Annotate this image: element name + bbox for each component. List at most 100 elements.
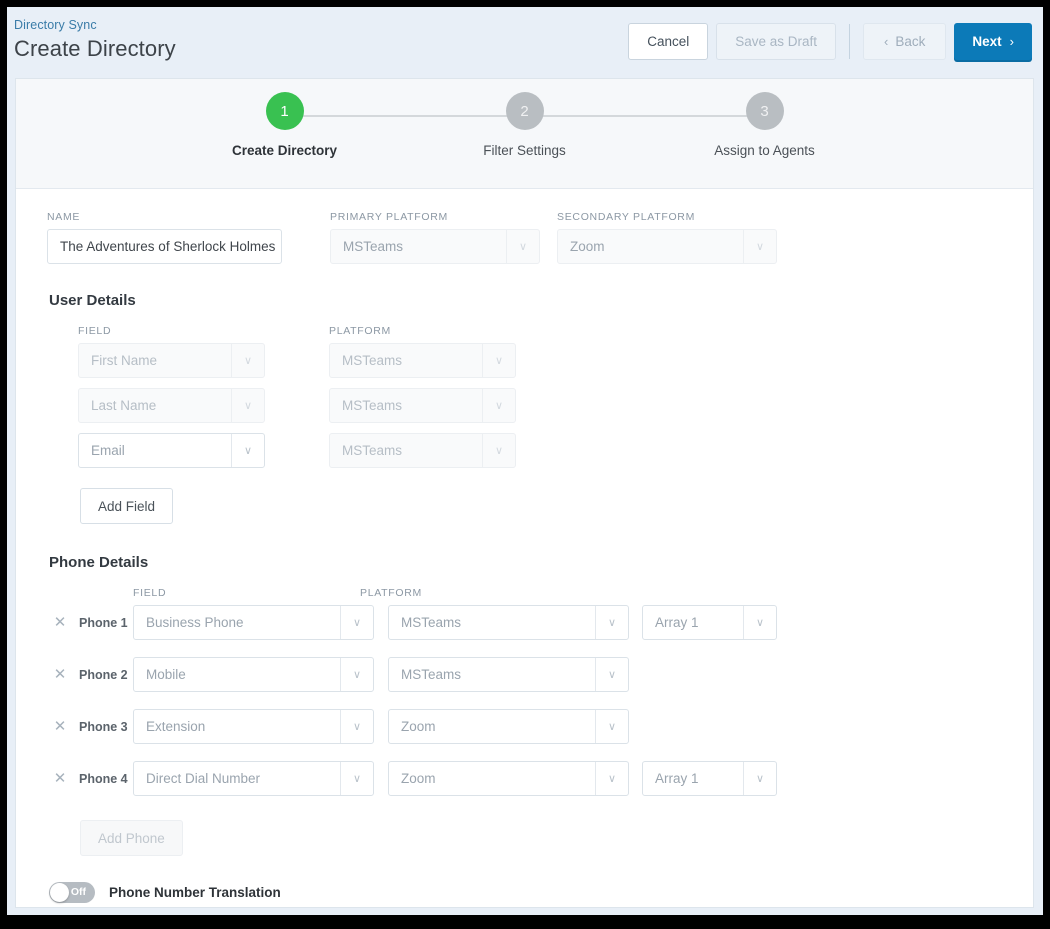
- stepper-step-3[interactable]: 3 Assign to Agents: [685, 92, 845, 158]
- phone-row-label-1: Phone 1: [79, 615, 128, 630]
- stepper-label-3: Assign to Agents: [714, 143, 815, 158]
- user-field-value-2: Last Name: [91, 398, 157, 413]
- phone-platform-select-4[interactable]: Zoom ∨: [388, 761, 629, 796]
- phone-array-value-1: Array 1: [655, 615, 699, 630]
- name-field-group: NAME The Adventures of Sherlock Holmes: [47, 211, 282, 264]
- chevron-down-icon: ∨: [482, 434, 515, 467]
- user-platform-value-3: MSTeams: [342, 443, 403, 458]
- primary-platform-select[interactable]: MSTeams ∨: [330, 229, 540, 264]
- phone-field-value-1: Business Phone: [146, 615, 244, 630]
- name-input-value: The Adventures of Sherlock Holmes: [60, 239, 276, 254]
- next-button[interactable]: Next ›: [954, 23, 1032, 60]
- remove-phone-1-icon[interactable]: ✕: [49, 615, 71, 630]
- user-details-row: First Name ∨ MSTeams ∨: [16, 343, 1033, 378]
- user-details-field-header: FIELD: [78, 325, 112, 337]
- chevron-down-icon: ∨: [482, 389, 515, 422]
- remove-phone-3-icon[interactable]: ✕: [49, 719, 71, 734]
- phone-array-select-1[interactable]: Array 1 ∨: [642, 605, 777, 640]
- stepper-circle-2: 2: [505, 92, 544, 130]
- chevron-down-icon: ∨: [743, 762, 776, 795]
- phone-details-row: ✕ Phone 3 Extension ∨ Zoom ∨: [16, 709, 1033, 744]
- toggle-state-label: Off: [70, 886, 86, 899]
- primary-platform-label: PRIMARY PLATFORM: [330, 211, 448, 223]
- phone-details-row: ✕ Phone 1 Business Phone ∨ MSTeams ∨ Arr…: [16, 605, 1033, 640]
- chevron-down-icon: ∨: [340, 658, 373, 691]
- header-divider: [849, 24, 851, 59]
- phone-array-select-4[interactable]: Array 1 ∨: [642, 761, 777, 796]
- chevron-down-icon: ∨: [743, 230, 776, 263]
- chevron-left-icon: ‹: [884, 34, 889, 49]
- user-field-value-1: First Name: [91, 353, 158, 368]
- chevron-down-icon: ∨: [595, 606, 628, 639]
- user-platform-select-2[interactable]: MSTeams ∨: [329, 388, 516, 423]
- cancel-button[interactable]: Cancel: [628, 23, 709, 60]
- chevron-down-icon: ∨: [340, 710, 373, 743]
- chevron-down-icon: ∨: [743, 606, 776, 639]
- phone-details-row: ✕ Phone 4 Direct Dial Number ∨ Zoom ∨ Ar…: [16, 761, 1033, 796]
- phone-details-row: ✕ Phone 2 Mobile ∨ MSTeams ∨: [16, 657, 1033, 692]
- user-field-select-1[interactable]: First Name ∨: [78, 343, 265, 378]
- directory-form: NAME The Adventures of Sherlock Holmes P…: [16, 189, 1033, 903]
- chevron-down-icon: ∨: [231, 389, 264, 422]
- save-as-draft-button[interactable]: Save as Draft: [716, 23, 837, 60]
- phone-details-column-headers: FIELD PLATFORM: [16, 587, 1033, 605]
- wizard-stepper: 1 Create Directory 2 Filter Settings 3 A…: [16, 79, 1033, 189]
- user-platform-value-2: MSTeams: [342, 398, 403, 413]
- user-platform-select-1[interactable]: MSTeams ∨: [329, 343, 516, 378]
- phone-platform-value-1: MSTeams: [401, 615, 462, 630]
- stepper-label-2: Filter Settings: [483, 143, 566, 158]
- phone-field-value-4: Direct Dial Number: [146, 771, 261, 786]
- remove-phone-4-icon[interactable]: ✕: [49, 771, 71, 786]
- phone-details-platform-header: PLATFORM: [360, 587, 422, 599]
- phone-platform-select-2[interactable]: MSTeams ∨: [388, 657, 629, 692]
- stepper-step-2[interactable]: 2 Filter Settings: [445, 92, 605, 158]
- phone-field-value-2: Mobile: [146, 667, 186, 682]
- toggle-knob: [50, 883, 69, 902]
- phone-platform-select-3[interactable]: Zoom ∨: [388, 709, 629, 744]
- stepper-step-1[interactable]: 1 Create Directory: [205, 92, 365, 158]
- add-phone-button[interactable]: Add Phone: [80, 820, 183, 856]
- chevron-down-icon: ∨: [231, 434, 264, 467]
- phone-number-translation-row: Off Phone Number Translation: [49, 882, 1033, 903]
- back-button[interactable]: ‹ Back: [863, 23, 947, 60]
- phone-platform-value-3: Zoom: [401, 719, 436, 734]
- phone-field-select-3[interactable]: Extension ∨: [133, 709, 374, 744]
- chevron-down-icon: ∨: [231, 344, 264, 377]
- chevron-down-icon: ∨: [340, 606, 373, 639]
- phone-field-value-3: Extension: [146, 719, 206, 734]
- app-page: Directory Sync Create Directory Cancel S…: [7, 7, 1043, 915]
- wizard-card: 1 Create Directory 2 Filter Settings 3 A…: [15, 78, 1034, 908]
- phone-row-label-3: Phone 3: [79, 719, 128, 734]
- remove-phone-2-icon[interactable]: ✕: [49, 667, 71, 682]
- secondary-platform-group: SECONDARY PLATFORM Zoom ∨: [557, 211, 777, 264]
- next-button-label: Next: [972, 34, 1002, 49]
- user-platform-value-1: MSTeams: [342, 353, 403, 368]
- phone-details-heading: Phone Details: [49, 554, 149, 571]
- name-label: NAME: [47, 211, 81, 223]
- secondary-platform-label: SECONDARY PLATFORM: [557, 211, 696, 223]
- chevron-down-icon: ∨: [595, 658, 628, 691]
- user-details-platform-header: PLATFORM: [329, 325, 391, 337]
- phone-platform-select-1[interactable]: MSTeams ∨: [388, 605, 629, 640]
- header-actions: Cancel Save as Draft ‹ Back Next ›: [628, 23, 1032, 60]
- chevron-down-icon: ∨: [340, 762, 373, 795]
- page-header: Directory Sync Create Directory Cancel S…: [7, 7, 1043, 71]
- user-details-row: Email ∨ MSTeams ∨: [16, 433, 1033, 468]
- user-field-select-2[interactable]: Last Name ∨: [78, 388, 265, 423]
- add-field-button[interactable]: Add Field: [80, 488, 174, 524]
- chevron-down-icon: ∨: [482, 344, 515, 377]
- stepper-circle-1: 1: [265, 92, 304, 130]
- phone-field-select-4[interactable]: Direct Dial Number ∨: [133, 761, 374, 796]
- phone-number-translation-toggle[interactable]: Off: [49, 882, 95, 903]
- secondary-platform-value: Zoom: [570, 239, 605, 254]
- phone-field-select-1[interactable]: Business Phone ∨: [133, 605, 374, 640]
- primary-platform-value: MSTeams: [343, 239, 404, 254]
- secondary-platform-select[interactable]: Zoom ∨: [557, 229, 777, 264]
- stepper-circle-3: 3: [745, 92, 784, 130]
- user-platform-select-3[interactable]: MSTeams ∨: [329, 433, 516, 468]
- phone-field-select-2[interactable]: Mobile ∨: [133, 657, 374, 692]
- name-input[interactable]: The Adventures of Sherlock Holmes: [47, 229, 282, 264]
- user-field-value-3: Email: [91, 443, 125, 458]
- user-field-select-3[interactable]: Email ∨: [78, 433, 265, 468]
